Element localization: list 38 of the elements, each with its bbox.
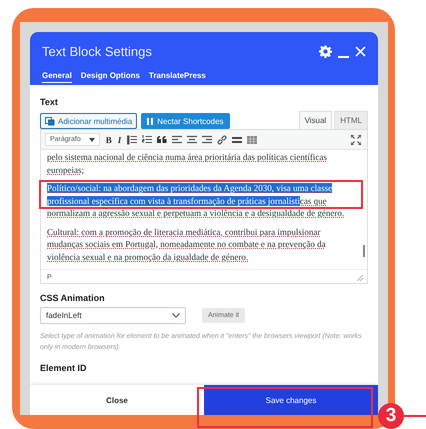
align-right-icon[interactable]	[202, 134, 212, 144]
settings-icon[interactable]	[319, 45, 332, 58]
horizontal-rule-icon[interactable]	[232, 134, 242, 144]
bulleted-list-icon[interactable]	[127, 134, 138, 144]
resize-grip-icon[interactable]	[357, 275, 363, 281]
numbered-list-icon[interactable]	[142, 134, 152, 144]
media-icon	[45, 116, 55, 126]
field-label: CSS Animation	[40, 293, 106, 303]
fullscreen-icon[interactable]	[351, 134, 361, 144]
chevron-down-icon	[172, 313, 180, 318]
dialog-tab[interactable]: General	[42, 71, 72, 83]
field-label: Text	[40, 97, 59, 107]
table-icon[interactable]	[247, 134, 258, 144]
align-left-icon[interactable]	[172, 134, 182, 144]
format-button[interactable]: I	[118, 134, 122, 144]
field-label: Element ID	[40, 363, 88, 373]
format-button[interactable]: B	[106, 134, 112, 144]
editor-tab[interactable]: Visual	[298, 111, 332, 129]
quote-icon[interactable]	[157, 134, 168, 144]
link-icon[interactable]	[217, 134, 228, 144]
paragraph: Político/social: na abordagem das prioridades da Agenda 2030, visa uma classe profissional específica com vista à transformação de práticas jornalísticas que normalizam a agressão sexual e perpetuam a violência e a desigualdade de género.	[47, 182, 346, 220]
animation-select[interactable]: fadeInLeft	[40, 307, 186, 324]
dialog-tab[interactable]: Design Options	[80, 71, 140, 83]
step-badge: 3	[378, 403, 404, 429]
scrollbar-thumb[interactable]	[363, 245, 365, 257]
paragraph: Cultural: com a promoção de literacia mediática, contribui para impulsionar mudanças sociais em Portugal, nomeadamente no combate e na prevenção da violência sexual e na promoção da igualdade de género.	[47, 226, 327, 263]
editor-tab[interactable]: HTML	[334, 111, 368, 129]
dropdown-caret-icon	[88, 138, 95, 142]
close-icon[interactable]	[355, 46, 366, 57]
callout-line	[404, 415, 426, 417]
add-media-button[interactable]: Adicionar multimédia	[40, 113, 138, 129]
dialog-tab[interactable]: TranslatePress	[148, 71, 206, 83]
paragraph: pelo sistema nacional de ciência numa área prioritária das políticas científicas europeias;	[47, 151, 328, 176]
save-button[interactable]: Save changes	[204, 385, 378, 415]
align-center-icon[interactable]	[187, 134, 198, 144]
close-button[interactable]: Close	[30, 385, 204, 415]
shortcodes-button[interactable]: Nectar Shortcodes	[141, 113, 230, 129]
dialog-title: Text Block Settings	[42, 44, 152, 59]
